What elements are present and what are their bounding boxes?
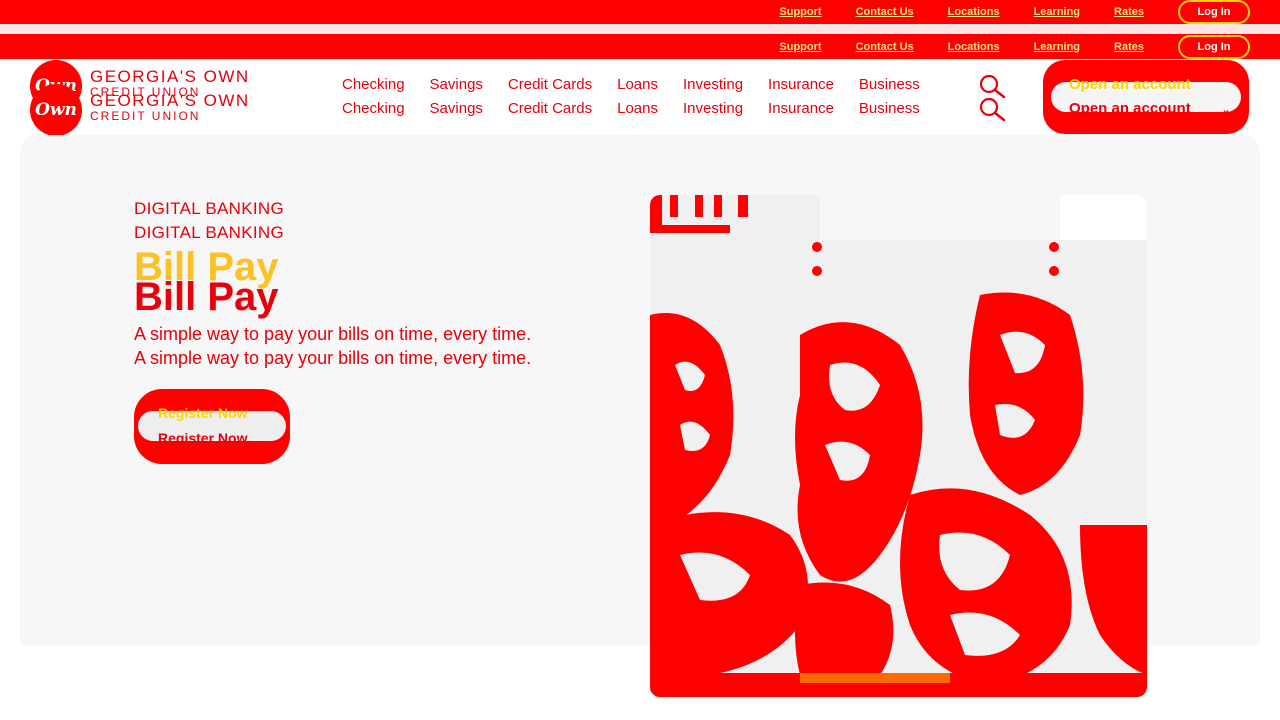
nav-business[interactable]: Business xyxy=(859,100,920,117)
search-icon[interactable] xyxy=(978,74,1006,98)
nav-checking[interactable]: Checking xyxy=(342,76,405,93)
logo-mark: Own xyxy=(30,84,82,136)
nav-insurance[interactable]: Insurance xyxy=(768,76,834,93)
open-account-label: Open an account xyxy=(1069,100,1191,117)
search-icon[interactable] xyxy=(978,97,1006,121)
brand-sub: CREDIT UNION xyxy=(90,109,201,123)
logo[interactable]: Own Own xyxy=(30,60,82,136)
open-account-button[interactable]: Open an account ⌄ Open an account ⌄ xyxy=(1043,60,1249,134)
brand-name: GEORGIA'S OWN xyxy=(90,67,250,86)
register-label: Register Now xyxy=(158,430,248,446)
nav-insurance[interactable]: Insurance xyxy=(768,100,834,117)
register-now-button[interactable]: Register Now Register Now xyxy=(134,389,290,464)
hero-photo-posterized xyxy=(650,195,1147,697)
rates-link[interactable]: Rates xyxy=(1114,6,1144,18)
rates-link[interactable]: Rates xyxy=(1114,41,1144,53)
utility-bar-duplicate: Support Contact Us Locations Learning Ra… xyxy=(0,34,1280,59)
logo-wordmark: GEORGIA'S OWN CREDIT UNION xyxy=(90,91,250,123)
nav-savings[interactable]: Savings xyxy=(430,76,483,93)
locations-link[interactable]: Locations xyxy=(948,6,1000,18)
hero-subtitle: A simple way to pay your bills on time, … xyxy=(134,348,532,368)
primary-nav: Checking Savings Credit Cards Loans Inve… xyxy=(342,76,945,93)
brand-name: GEORGIA'S OWN xyxy=(90,91,250,110)
nav-investing[interactable]: Investing xyxy=(683,76,743,93)
nav-credit-cards[interactable]: Credit Cards xyxy=(508,100,592,117)
nav-investing[interactable]: Investing xyxy=(683,100,743,117)
support-link[interactable]: Support xyxy=(779,6,821,18)
register-label: Register Now xyxy=(158,405,248,421)
hero-subtitle: A simple way to pay your bills on time, … xyxy=(134,324,532,344)
chevron-down-icon: ⌄ xyxy=(1221,78,1232,92)
log-in-button[interactable]: Log In xyxy=(1178,0,1250,24)
hero-eyebrow: DIGITAL BANKING xyxy=(134,199,284,218)
learning-link[interactable]: Learning xyxy=(1034,6,1080,18)
learning-link[interactable]: Learning xyxy=(1034,41,1080,53)
utility-divider xyxy=(0,24,1280,34)
locations-link[interactable]: Locations xyxy=(948,41,1000,53)
hero-photo xyxy=(650,195,1147,697)
contact-us-link[interactable]: Contact Us xyxy=(856,6,914,18)
open-account-label: Open an account xyxy=(1069,76,1191,93)
chevron-down-icon: ⌄ xyxy=(1221,102,1232,116)
nav-checking[interactable]: Checking xyxy=(342,100,405,117)
support-link[interactable]: Support xyxy=(779,41,821,53)
page-title: Bill Pay xyxy=(134,275,279,319)
nav-savings[interactable]: Savings xyxy=(430,100,483,117)
nav-loans[interactable]: Loans xyxy=(617,76,658,93)
main-header: Own Own GEORGIA'S OWN CREDIT UNION GEORG… xyxy=(0,59,1280,137)
nav-business[interactable]: Business xyxy=(859,76,920,93)
primary-nav-duplicate: Checking Savings Credit Cards Loans Inve… xyxy=(342,100,945,117)
log-in-button[interactable]: Log In xyxy=(1178,34,1250,59)
nav-credit-cards[interactable]: Credit Cards xyxy=(508,76,592,93)
utility-bar: Support Contact Us Locations Learning Ra… xyxy=(0,0,1280,24)
hero-eyebrow: DIGITAL BANKING xyxy=(134,223,284,242)
contact-us-link[interactable]: Contact Us xyxy=(856,41,914,53)
nav-loans[interactable]: Loans xyxy=(617,100,658,117)
